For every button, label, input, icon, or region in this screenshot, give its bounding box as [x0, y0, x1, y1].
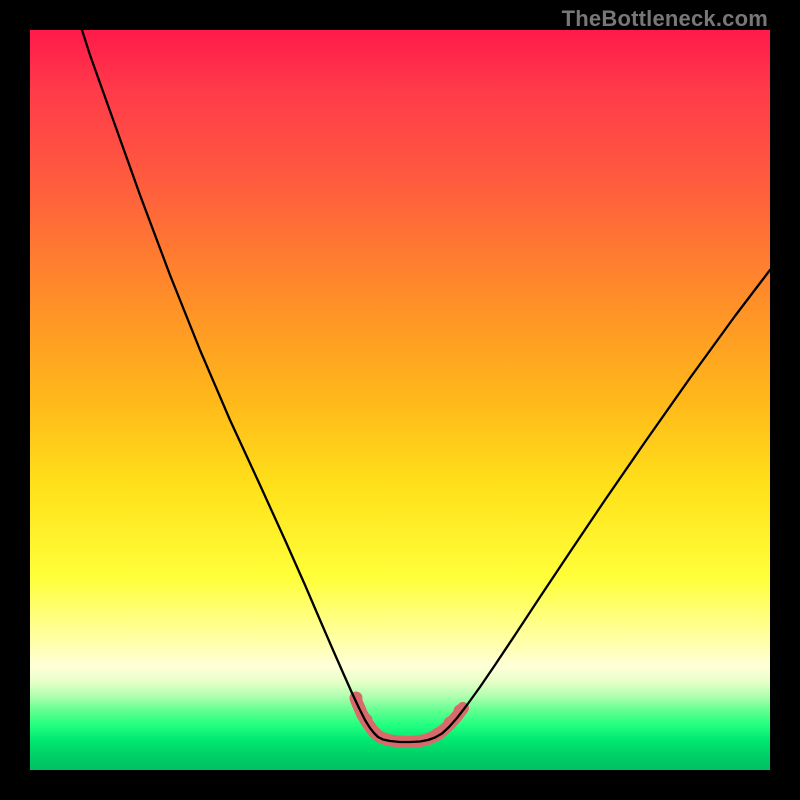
tip-dot-left: [350, 692, 363, 705]
bottleneck-curve-path: [82, 30, 770, 742]
tip-dot-right: [444, 717, 457, 730]
bottleneck-markers: [350, 692, 467, 741]
chart-svg: [30, 30, 770, 770]
chart-plot-area: [30, 30, 770, 770]
tip-dot-right2: [454, 705, 467, 718]
bottleneck-highlight-path: [356, 700, 463, 742]
watermark-text: TheBottleneck.com: [562, 6, 768, 32]
tip-dot-mid-l: [360, 714, 373, 727]
tip-dot-mid-r: [432, 728, 445, 741]
